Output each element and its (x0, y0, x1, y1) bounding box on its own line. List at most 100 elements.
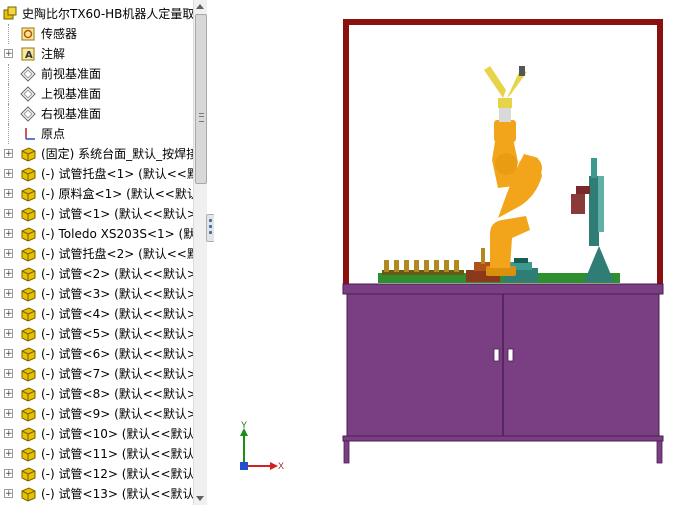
part-icon (20, 426, 36, 442)
expand-icon[interactable]: + (4, 269, 13, 279)
expand-icon[interactable]: + (4, 289, 13, 299)
part-icon (20, 346, 36, 362)
expand-icon[interactable]: + (4, 369, 13, 379)
test-tube (444, 260, 449, 272)
test-tube (454, 260, 459, 272)
tree-item[interactable]: + (固定) 系统台面_默认_按焊接 (0, 144, 198, 164)
tree-item-label: (-) 试管<7> (默认<<默认> (41, 367, 197, 381)
cabinet-leg-right (656, 440, 663, 464)
tree-item-label: (-) 原料盒<1> (默认<<默认 (41, 187, 199, 201)
tree-item[interactable]: + (-) 试管<13> (默认<<默认 (0, 484, 195, 504)
expand-icon[interactable]: + (4, 209, 13, 219)
tree-item[interactable]: 原点 (0, 124, 194, 144)
tree-item[interactable]: + (-) 试管<6> (默认<<默认> (0, 344, 197, 364)
tree-line (8, 24, 10, 44)
scrollbar-thumb[interactable] (195, 14, 207, 184)
tree-item[interactable]: + (-) 试管<3> (默认<<默认> (0, 284, 197, 304)
part-icon (20, 446, 36, 462)
graphics-viewport[interactable]: Y X (214, 0, 686, 505)
part-icon (20, 486, 36, 502)
part-icon (20, 326, 36, 342)
tree-item-label: (-) 试管<10> (默认<<默认 (41, 427, 195, 441)
svg-text:A: A (25, 50, 33, 61)
tree-item[interactable]: 右视基准面 (0, 104, 194, 124)
test-tube (434, 260, 439, 272)
tree-item[interactable]: + (-) 试管<10> (默认<<默认 (0, 424, 195, 444)
expand-icon[interactable]: + (4, 249, 13, 259)
expand-icon[interactable]: + (4, 389, 13, 399)
tree-item-label: (-) 试管<13> (默认<<默认 (41, 487, 195, 501)
cabinet[interactable] (342, 283, 664, 464)
tree-item-label: (-) 试管<11> (默认<<默认 (41, 447, 195, 461)
dispenser-stand[interactable] (571, 158, 614, 282)
tree-line (8, 124, 10, 144)
tree-scrollbar[interactable] (193, 0, 207, 505)
tree-item-label: (-) 试管托盘<1> (默认<<默 (41, 167, 199, 181)
tree-item[interactable]: + A 注解 (0, 44, 194, 64)
expand-icon[interactable]: + (4, 229, 13, 239)
tree-item[interactable]: + (-) 试管<1> (默认<<默认> (0, 204, 197, 224)
expand-icon[interactable]: + (4, 149, 13, 159)
tree-item[interactable]: + (-) 试管<11> (默认<<默认 (0, 444, 195, 464)
tree-item[interactable]: + (-) 试管<8> (默认<<默认> (0, 384, 197, 404)
tree-line (8, 104, 10, 124)
tree-item-label: (-) 试管<6> (默认<<默认> (41, 347, 197, 361)
plane-icon (20, 86, 36, 102)
triad-y-label: Y (241, 420, 247, 430)
tree-item[interactable]: + (-) 试管<7> (默认<<默认> (0, 364, 197, 384)
scroll-down-arrow-icon[interactable] (196, 496, 204, 501)
expand-icon[interactable]: + (4, 469, 13, 479)
tree-item-label: 注解 (41, 47, 66, 61)
tree-item[interactable]: + (-) Toledo XS203S<1> (默 (0, 224, 195, 244)
expand-icon[interactable]: + (4, 409, 13, 419)
plane-icon (20, 106, 36, 122)
tree-line (8, 64, 10, 84)
tree-item[interactable]: + (-) 试管<12> (默认<<默认 (0, 464, 195, 484)
expand-icon[interactable]: + (4, 449, 13, 459)
part-icon (20, 146, 36, 162)
expand-icon[interactable]: + (4, 349, 13, 359)
scroll-up-arrow-icon[interactable] (196, 4, 204, 9)
cabinet-top (342, 283, 664, 295)
tree-item-label: (-) 试管<12> (默认<<默认 (41, 467, 195, 481)
tree-item[interactable]: + (-) 试管<2> (默认<<默认> (0, 264, 197, 284)
sensor-icon (20, 26, 36, 42)
tree-item[interactable]: + (-) 试管<9> (默认<<默认> (0, 404, 197, 424)
assembly-icon (2, 6, 18, 22)
tree-item[interactable]: + (-) 试管托盘<1> (默认<<默 (0, 164, 199, 184)
frame-left-post (343, 19, 349, 285)
tree-item[interactable]: + (-) 试管<5> (默认<<默认> (0, 324, 197, 344)
expand-icon[interactable]: + (4, 329, 13, 339)
tree-item-label: (-) 试管<3> (默认<<默认> (41, 287, 197, 301)
part-icon (20, 306, 36, 322)
handle-dot-icon (209, 219, 212, 222)
tree-item[interactable]: 史陶比尔TX60-HB机器人定量取 (0, 4, 194, 24)
expand-icon[interactable]: + (4, 309, 13, 319)
expand-icon[interactable]: + (4, 489, 13, 499)
tree-item[interactable]: + (-) 试管<4> (默认<<默认> (0, 304, 197, 324)
test-tube-rack[interactable] (382, 260, 464, 275)
tree-item[interactable]: + (-) 试管托盘<2> (默认<<默 (0, 244, 199, 264)
expand-icon[interactable]: + (4, 169, 13, 179)
tree-item[interactable]: + (-) 原料盒<1> (默认<<默认 (0, 184, 199, 204)
tree-item-label: 前视基准面 (41, 67, 102, 81)
tree-item[interactable]: 上视基准面 (0, 84, 194, 104)
feature-manager-tree: 史陶比尔TX60-HB机器人定量取 传感器 + A 注解前视基准面上视基准面右视基准面原… (0, 0, 207, 505)
part-icon (20, 226, 36, 242)
tree-item-label: 上视基准面 (41, 87, 102, 101)
robot-arm[interactable] (484, 66, 542, 276)
tree-item-label: (-) 试管<1> (默认<<默认> (41, 207, 197, 221)
tree-item-label: (-) 试管<2> (默认<<默认> (41, 267, 197, 281)
expand-icon[interactable]: + (4, 429, 13, 439)
frame-right-post (657, 19, 663, 285)
expand-icon[interactable]: + (4, 189, 13, 199)
model-view-svg: Y X (240, 19, 664, 471)
expand-icon[interactable]: + (4, 49, 13, 59)
tree-item-label: (-) 试管<4> (默认<<默认> (41, 307, 197, 321)
part-icon (20, 466, 36, 482)
test-tube (404, 260, 409, 272)
tree-item[interactable]: 前视基准面 (0, 64, 194, 84)
tree-line (8, 84, 10, 104)
tree-item[interactable]: 传感器 (0, 24, 194, 44)
cabinet-leg-left (343, 440, 350, 464)
